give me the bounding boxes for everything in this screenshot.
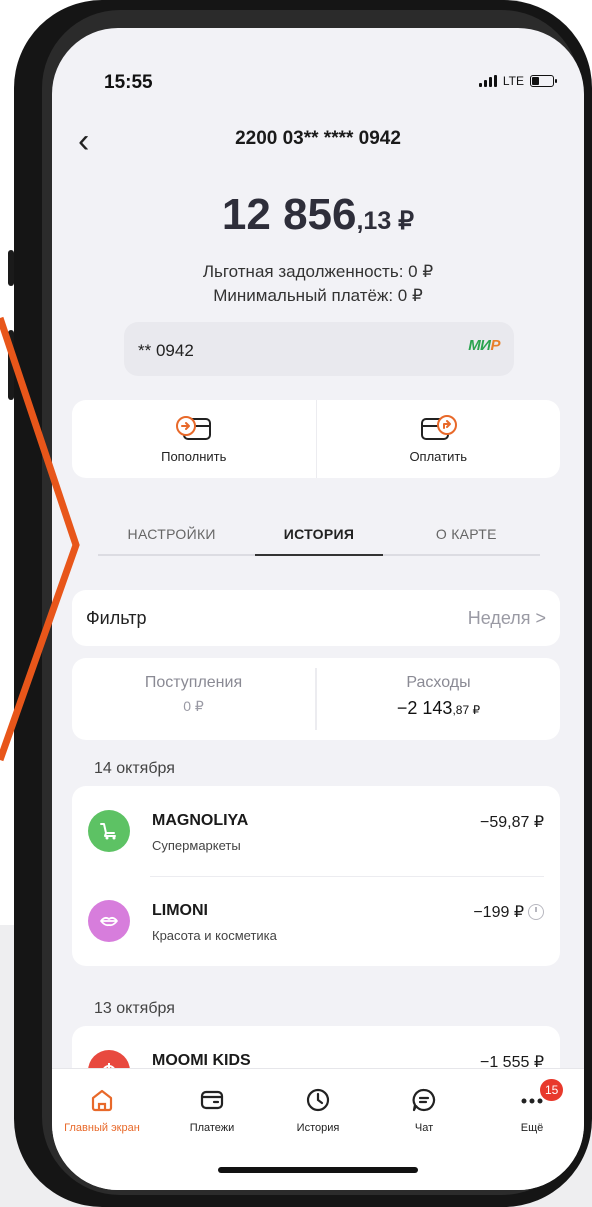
income-value: 0 ₽: [183, 698, 204, 714]
transaction-name: LIMONI: [152, 902, 208, 919]
signal-icon: [478, 75, 497, 87]
expense-summary: Расходы −2 143,87 ₽: [315, 668, 560, 730]
tab-history[interactable]: ИСТОРИЯ: [245, 526, 392, 556]
status-time: 15:55: [104, 72, 153, 93]
tab-label: Ещё: [520, 1122, 544, 1134]
transaction-category: Красота и косметика: [152, 928, 277, 943]
wallet-icon: [200, 1090, 224, 1110]
tab-settings[interactable]: НАСТРОЙКИ: [98, 526, 245, 554]
cart-icon: [88, 810, 130, 852]
expense-main: −2 143: [396, 698, 453, 718]
tab-more[interactable]: 15 Ещё: [482, 1079, 582, 1134]
pay-icon: [421, 414, 458, 440]
clock-icon: [306, 1088, 330, 1112]
filter-value: Неделя >: [467, 608, 546, 628]
filter-label: Фильтр: [86, 608, 147, 628]
actions-panel: Пополнить Оплатить: [72, 400, 560, 478]
mini-card-number: ** 0942: [138, 341, 194, 360]
transaction-name: MAGNOLIYA: [152, 812, 249, 829]
mir-logo: МИР: [468, 337, 500, 354]
card-balance: 12 856,13 ₽: [52, 190, 584, 240]
tab-home[interactable]: Главный экран: [52, 1087, 152, 1134]
pay-button[interactable]: Оплатить: [315, 400, 561, 478]
tab-label: История: [296, 1122, 340, 1134]
minimum-payment: Минимальный платёж: 0 ₽: [213, 286, 423, 305]
transaction-row[interactable]: MAGNOLIYA Супермаркеты −59,87 ₽: [72, 786, 560, 876]
card-number-title: 2200 03** **** 0942: [235, 128, 401, 149]
side-button: [8, 330, 14, 400]
network-type: LTE: [502, 74, 524, 88]
home-icon: [91, 1089, 113, 1112]
pay-label: Оплатить: [409, 448, 468, 464]
tab-about-card[interactable]: О КАРТЕ: [393, 526, 540, 554]
topup-icon: [175, 415, 211, 440]
battery-icon: [530, 75, 557, 87]
card-chip[interactable]: ** 0942 МИР: [124, 322, 514, 376]
transactions-card: MAGNOLIYA Супермаркеты −59,87 ₽ LIMONI К…: [72, 786, 560, 966]
amount-text: −59,87 ₽: [479, 814, 544, 831]
expense-fraction: ,87 ₽: [452, 703, 481, 717]
tab-chat[interactable]: Чат: [374, 1087, 474, 1134]
transaction-amount: −199 ₽: [473, 902, 544, 922]
screen: 15:55 LTE ‹ 2200 03** **** 0942 12 856,1…: [52, 28, 584, 1190]
tab-payments[interactable]: Платежи: [162, 1087, 262, 1134]
tab-history-nav[interactable]: История: [268, 1087, 368, 1134]
balance-fraction: ,13 ₽: [356, 207, 415, 235]
notification-badge: 15: [540, 1079, 564, 1101]
bottom-tab-bar: Главный экран Платежи История Чат 15 Ещё: [52, 1068, 584, 1190]
lips-icon: [88, 900, 130, 942]
summary-panel: Поступления 0 ₽ Расходы −2 143,87 ₽: [72, 658, 560, 740]
transaction-row[interactable]: LIMONI Красота и косметика −199 ₽: [72, 876, 560, 966]
home-indicator[interactable]: [218, 1167, 418, 1173]
tab-label: Главный экран: [64, 1122, 140, 1134]
expense-value: −2 143,87 ₽: [317, 698, 560, 719]
transaction-category: Супермаркеты: [152, 838, 241, 853]
filter-row[interactable]: Фильтр Неделя >: [72, 590, 560, 646]
balance-main: 12 856: [221, 190, 357, 239]
topup-button[interactable]: Пополнить: [72, 400, 316, 478]
date-header: 13 октября: [94, 1000, 175, 1017]
side-button: [8, 250, 14, 286]
tab-bar: НАСТРОЙКИ ИСТОРИЯ О КАРТЕ: [98, 526, 540, 556]
income-title: Поступления: [144, 674, 243, 691]
date-header: 14 октября: [94, 760, 175, 777]
tab-label: Чат: [414, 1122, 434, 1134]
status-icons: LTE: [478, 74, 557, 88]
pending-clock-icon: [528, 904, 544, 920]
amount-text: −199 ₽: [473, 904, 524, 921]
expense-title: Расходы: [406, 674, 471, 691]
grace-debt: Льготная задолженность: 0 ₽: [202, 262, 434, 281]
topup-label: Пополнить: [161, 448, 227, 464]
transaction-amount: −59,87 ₽: [480, 812, 544, 832]
chat-icon: [412, 1088, 436, 1112]
income-summary: Поступления 0 ₽: [72, 658, 315, 740]
tab-label: Платежи: [189, 1122, 235, 1134]
